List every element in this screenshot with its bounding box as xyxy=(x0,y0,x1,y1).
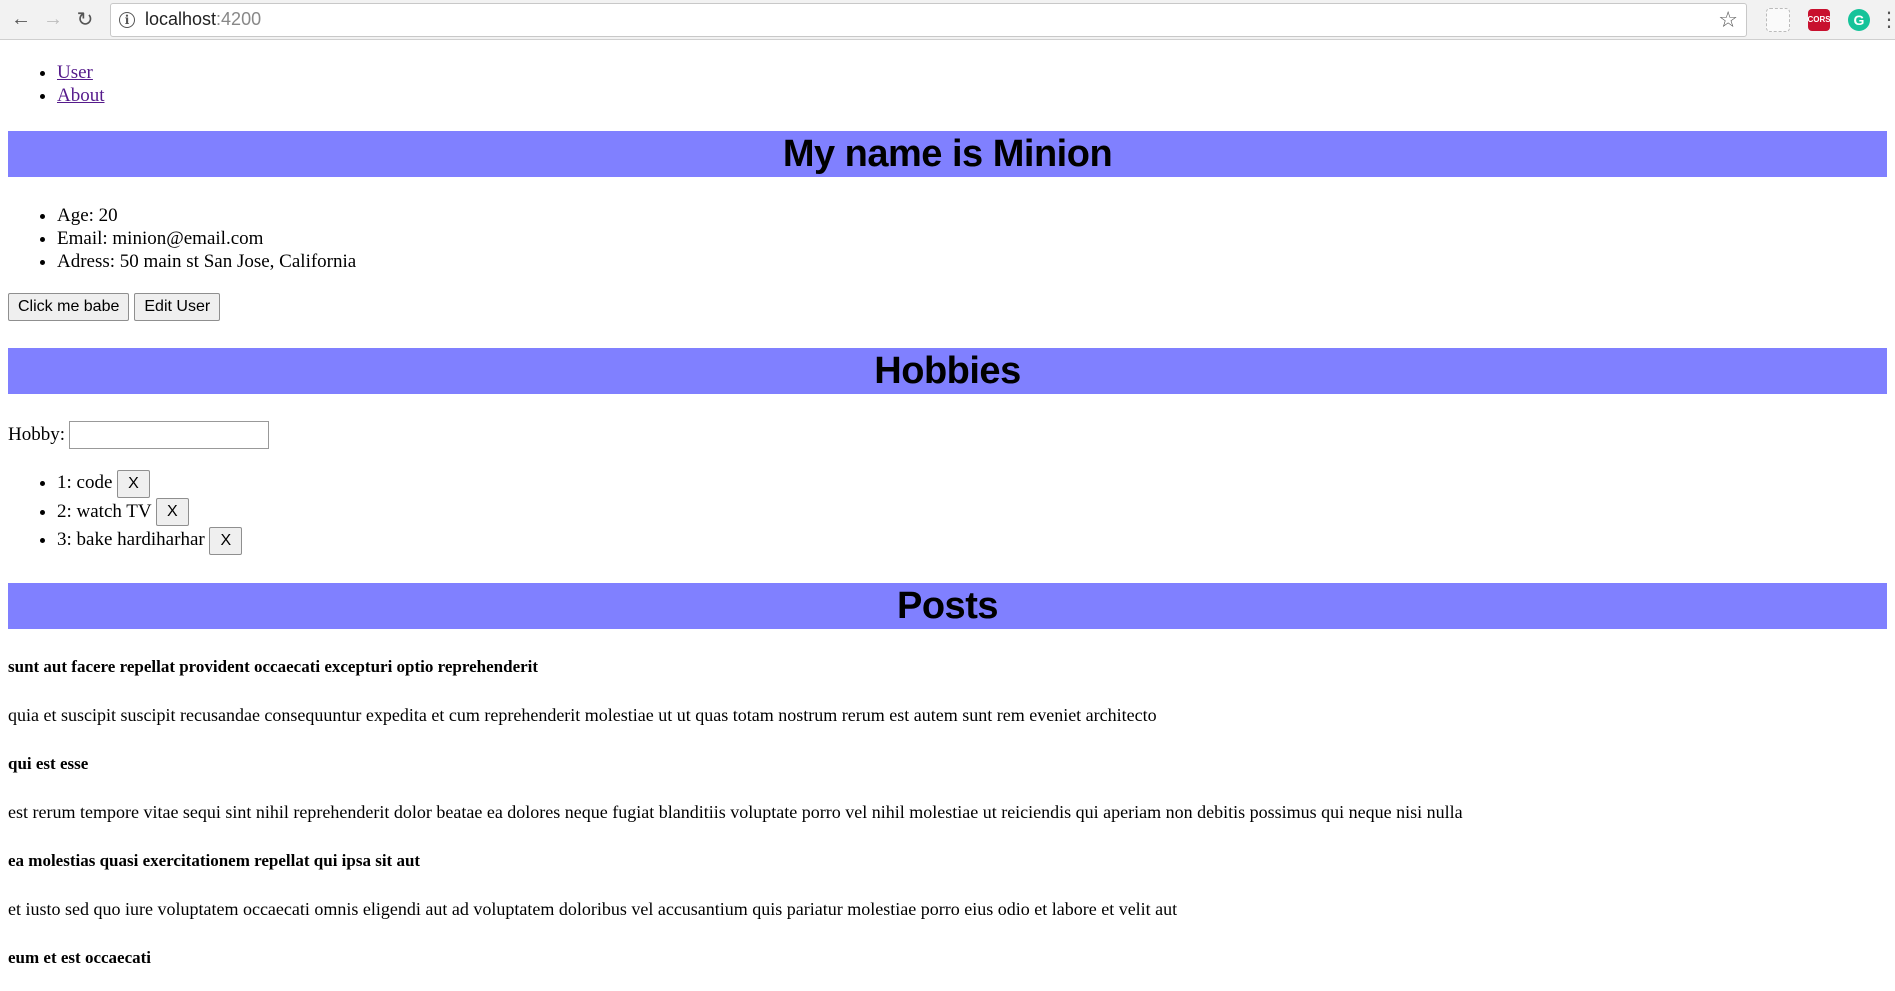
grammarly-extension-icon[interactable]: G xyxy=(1848,8,1870,31)
puzzle-extension-icon[interactable] xyxy=(1766,7,1790,32)
post-body: et iusto sed quo iure voluptatem occaeca… xyxy=(8,898,1178,919)
post-title: ea molestias quasi exercitationem repell… xyxy=(8,850,421,870)
edit-user-button[interactable]: Edit User xyxy=(134,293,221,321)
hobby-input[interactable] xyxy=(69,421,269,449)
back-icon[interactable]: ← xyxy=(6,5,36,35)
hobby-text: 3: bake hardiharhar xyxy=(57,529,205,551)
posts-heading: Posts xyxy=(8,582,1887,629)
list-item: 2: watch TV X xyxy=(57,498,1887,527)
browser-toolbar: ← → ↻ i localhost:4200 ☆ CORS G ⋮ xyxy=(0,0,1895,40)
post-body: quia et suscipit suscipit recusandae con… xyxy=(8,704,1157,725)
posts-list: sunt aut facere repellat provident occae… xyxy=(8,657,1887,968)
post-title: qui est esse xyxy=(8,753,89,773)
user-email: Email: minion@email.com xyxy=(57,227,1887,250)
list-item: 3: bake hardiharhar X xyxy=(57,526,1887,555)
forward-icon[interactable]: → xyxy=(38,5,68,35)
hobby-text: 2: watch TV xyxy=(57,500,152,522)
nav-item-about: About xyxy=(57,84,1887,107)
post-title: sunt aut facere repellat provident occae… xyxy=(8,656,539,676)
hobby-list: 1: code X 2: watch TV X 3: bake hardihar… xyxy=(8,469,1887,555)
user-address: Adress: 50 main st San Jose, California xyxy=(57,250,1887,273)
bookmark-star-icon[interactable]: ☆ xyxy=(1718,7,1738,33)
remove-hobby-button[interactable]: X xyxy=(209,526,243,555)
hobby-text: 1: code xyxy=(57,472,113,493)
url-port: :4200 xyxy=(216,9,262,29)
hobby-label: Hobby: xyxy=(8,424,65,445)
click-me-button[interactable]: Click me babe xyxy=(8,293,130,321)
cors-extension-icon[interactable]: CORS xyxy=(1807,8,1831,31)
user-age: Age: 20 xyxy=(57,204,1887,227)
page-content: User About My name is Minion Age: 20 Ema… xyxy=(0,61,1895,968)
post-body: est rerum tempore vitae sequi sint nihil… xyxy=(8,801,1463,822)
reload-icon[interactable]: ↻ xyxy=(70,5,100,35)
info-icon[interactable]: i xyxy=(119,11,135,28)
post-title: eum et est occaecati xyxy=(8,947,152,967)
hobby-input-row: Hobby: xyxy=(8,421,1887,449)
user-details-list: Age: 20 Email: minion@email.com Adress: … xyxy=(8,204,1887,273)
browser-menu-icon[interactable]: ⋮ xyxy=(1879,7,1895,32)
user-link[interactable]: User xyxy=(57,62,93,83)
user-heading: My name is Minion xyxy=(8,131,1887,177)
nav-list: User About xyxy=(8,61,1887,107)
nav-item-user: User xyxy=(57,61,1887,84)
remove-hobby-button[interactable]: X xyxy=(117,469,150,498)
remove-hobby-button[interactable]: X xyxy=(156,498,189,527)
about-link[interactable]: About xyxy=(57,85,105,106)
hobbies-heading: Hobbies xyxy=(8,348,1887,394)
list-item: 1: code X xyxy=(57,469,1887,498)
url-host: localhost xyxy=(145,9,217,29)
address-bar[interactable]: i localhost:4200 ☆ xyxy=(110,2,1747,37)
user-actions: Click me babe Edit User xyxy=(8,293,1887,321)
